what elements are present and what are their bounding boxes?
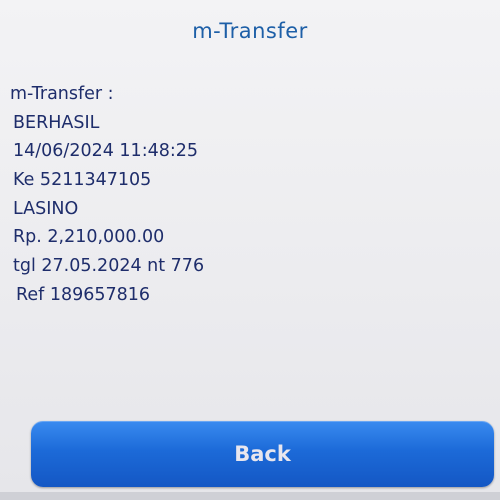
page-title: m-Transfer <box>192 19 308 43</box>
title-bar: m-Transfer <box>0 0 500 62</box>
receipt-heading: m-Transfer : <box>10 84 114 104</box>
bottom-edge <box>0 492 500 500</box>
receipt-content: m-Transfer : BERHASIL 14/06/2024 11:48:2… <box>10 80 480 310</box>
transaction-datetime: 14/06/2024 11:48:25 <box>13 141 199 162</box>
destination-account: Ke 5211347105 <box>13 170 152 191</box>
transfer-result-screen: m-Transfer m-Transfer : BERHASIL 14/06/2… <box>0 0 500 500</box>
reference-number: Ref 189657816 <box>16 284 151 305</box>
status-text: BERHASIL <box>13 112 100 133</box>
back-button[interactable]: Back <box>31 421 494 487</box>
transfer-note: tgl 27.05.2024 nt 776 <box>13 256 205 277</box>
transfer-amount: Rp. 2,210,000.00 <box>13 227 165 248</box>
recipient-name: LASINO <box>13 198 79 219</box>
back-button-label: Back <box>234 442 291 466</box>
